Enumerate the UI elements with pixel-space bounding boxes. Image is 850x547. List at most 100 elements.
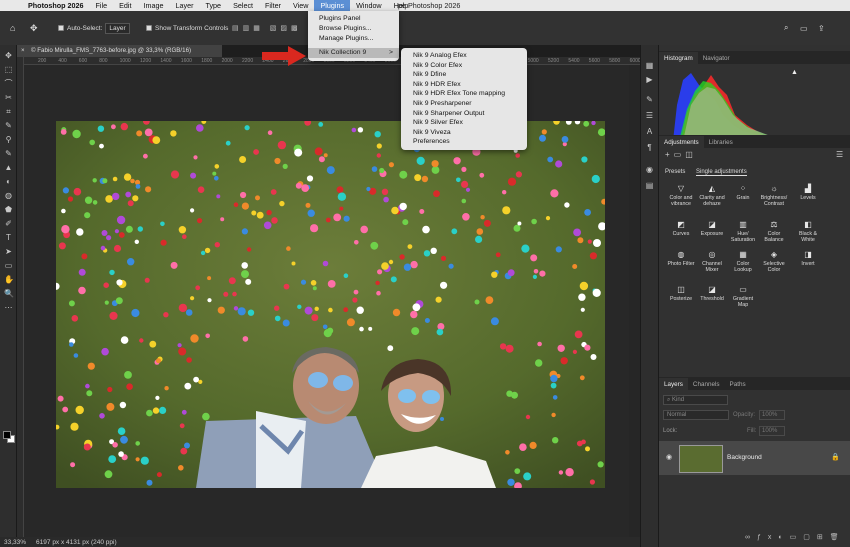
menu-image[interactable]: Image <box>138 0 170 11</box>
nik-presharpener[interactable]: Nik 9 Presharpener <box>413 99 472 109</box>
tab-adjustments[interactable]: Adjustments <box>659 136 704 148</box>
nik-preferences[interactable]: Preferences <box>413 137 450 147</box>
type-tool-icon[interactable]: T <box>4 233 13 242</box>
menu-item-browse-plugins[interactable]: Browse Plugins... <box>308 24 399 34</box>
play-icon[interactable]: ▶ <box>645 75 654 84</box>
adj-black-white[interactable]: ◧ Black & White <box>793 221 823 244</box>
menu-window[interactable]: Window <box>350 0 388 11</box>
spot-heal-tool-icon[interactable]: ⚲ <box>4 135 13 144</box>
menu-plugins[interactable]: Plugins <box>314 0 351 11</box>
opacity-field[interactable]: 100% <box>759 410 785 420</box>
menu-item-nik-collection[interactable]: Nik Collection 9 > <box>308 48 399 58</box>
search-icon[interactable]: ⌕ <box>784 11 788 45</box>
eyedropper-tool-icon[interactable]: ✎ <box>4 121 13 130</box>
adj-color-balance[interactable]: ⚖ Color Balance <box>759 221 789 244</box>
warning-icon[interactable]: ▲ <box>791 69 798 76</box>
nik-sharpener-output[interactable]: Nik 9 Sharpener Output <box>413 109 484 119</box>
menu-view[interactable]: View <box>287 0 314 11</box>
menu-app-name[interactable]: Photoshop 2026 <box>22 0 90 11</box>
add-adjustment-icons[interactable]: +▭◫ <box>665 150 697 159</box>
adj-gradient-map[interactable]: ▭ Gradient Map <box>728 286 758 309</box>
menu-file[interactable]: File <box>90 0 114 11</box>
nik-color-efex[interactable]: Nik 9 Color Efex <box>413 61 462 71</box>
adj-levels[interactable]: ▟ Levels <box>793 185 823 202</box>
nik-silver-efex[interactable]: Nik 9 Silver Efex <box>413 118 463 128</box>
color-icon[interactable]: ◉ <box>645 165 654 174</box>
document-photo[interactable] <box>56 121 605 488</box>
document-info[interactable]: 6197 px x 4131 px (240 ppi) <box>36 539 117 546</box>
nik-analog-efex[interactable]: Nik 9 Analog Efex <box>413 51 467 61</box>
menu-item-plugins-panel[interactable]: Plugins Panel <box>308 14 399 24</box>
adj-selective-color[interactable]: ◈ Selective Color <box>759 251 789 274</box>
rectangle-tool-icon[interactable]: ▭ <box>4 261 13 270</box>
tab-paths[interactable]: Paths <box>725 378 751 390</box>
layer-footer-icons[interactable]: ∞ƒx◐▭▢⊞🗑 <box>745 533 846 541</box>
close-icon[interactable]: × <box>21 45 25 57</box>
character-icon[interactable]: A <box>645 127 654 136</box>
more-tool-icon[interactable]: ⋯ <box>4 303 13 312</box>
panel-menu-icon[interactable]: ☰ <box>836 150 843 159</box>
menu-filter[interactable]: Filter <box>259 0 287 11</box>
paragraph-icon[interactable]: ¶ <box>645 143 654 152</box>
blend-mode-dropdown[interactable]: Normal <box>663 410 729 420</box>
adj-exposure[interactable]: ◪ Exposure <box>697 221 727 238</box>
auto-select-dropdown[interactable]: Layer <box>105 22 130 34</box>
layer-filter-dropdown[interactable]: ⌕ Kind <box>663 395 728 405</box>
adj-invert[interactable]: ◨ Invert <box>793 251 823 268</box>
document-tab[interactable]: × © Fabio Mirulla_FMS_7763-before.jpg @ … <box>17 45 222 57</box>
frame-tool-icon[interactable]: ⌗ <box>4 107 13 116</box>
tab-navigator[interactable]: Navigator <box>698 52 735 64</box>
adj-color-vibrance[interactable]: ▽ Color and vibrance <box>666 185 696 208</box>
adj-posterize[interactable]: ◫ Posterize <box>666 286 696 303</box>
menu-select[interactable]: Select <box>227 0 259 11</box>
move-tool-icon[interactable]: ✥ <box>30 11 38 45</box>
adj-color-lookup[interactable]: ▦ Color Lookup <box>728 251 758 274</box>
zoom-level[interactable]: 33,33% <box>4 539 26 546</box>
menu-layer[interactable]: Layer <box>169 0 199 11</box>
tab-channels[interactable]: Channels <box>688 378 725 390</box>
hand-tool-icon[interactable]: ✋ <box>4 275 14 284</box>
fill-field[interactable]: 100% <box>759 426 785 436</box>
marquee-tool-icon[interactable]: ⬚ <box>4 65 13 74</box>
brush-icon[interactable]: ✎ <box>645 95 654 104</box>
history-tool-icon[interactable]: ◐ <box>4 177 13 186</box>
adj-hue-saturation[interactable]: ▥ Hue/ Saturation <box>728 221 758 244</box>
adj-grain[interactable]: ⁘ Grain <box>728 185 758 202</box>
share-icon[interactable]: ⇪ <box>818 11 825 45</box>
menu-item-manage-plugins[interactable]: Manage Plugins... <box>308 34 399 44</box>
properties-icon[interactable]: ☰ <box>645 111 654 120</box>
lasso-tool-icon[interactable]: ⌒ <box>4 79 13 88</box>
gradient-tool-icon[interactable]: ⬟ <box>4 205 13 214</box>
adj-channel-mixer[interactable]: ◎ Channel Mixer <box>697 251 727 274</box>
zoom-tool-icon[interactable]: 🔍 <box>4 289 14 298</box>
menu-type[interactable]: Type <box>199 0 227 11</box>
adj-clarity-dehaze[interactable]: ◭ Clarity and dehaze <box>697 185 727 208</box>
nik-hdr-efex[interactable]: Nik 9 HDR Efex <box>413 80 461 90</box>
swatches-icon[interactable]: ▤ <box>645 181 654 190</box>
clone-tool-icon[interactable]: ▲ <box>4 163 13 172</box>
brush-tool-icon[interactable]: ✎ <box>4 149 13 158</box>
tab-libraries[interactable]: Libraries <box>704 136 738 148</box>
nik-viveza[interactable]: Nik 9 Viveza <box>413 128 451 138</box>
adj-photo-filter[interactable]: ◍ Photo Filter <box>666 251 696 268</box>
adj-threshold[interactable]: ◪ Threshold <box>697 286 727 303</box>
move-tool-icon[interactable]: ✥ <box>4 51 13 60</box>
menu-edit[interactable]: Edit <box>113 0 137 11</box>
pen-tool-icon[interactable]: ✐ <box>4 219 13 228</box>
nik-hdr-tone-mapping[interactable]: Nik 9 HDR Efex Tone mapping <box>413 89 505 99</box>
layer-name[interactable]: Background <box>727 454 762 461</box>
tab-layers[interactable]: Layers <box>659 378 688 390</box>
subtab-presets[interactable]: Presets <box>665 169 685 175</box>
path-select-tool-icon[interactable]: ➤ <box>4 247 13 256</box>
nik-dfine[interactable]: Nik 9 Dfine <box>413 70 446 80</box>
show-transform-checkbox[interactable]: Show Transform Controls <box>146 11 228 45</box>
subtab-single-adjustments[interactable]: Single adjustments <box>696 169 747 176</box>
foreground-color-swatch[interactable] <box>3 431 11 439</box>
eraser-tool-icon[interactable]: ◍ <box>4 191 13 200</box>
crop-tool-icon[interactable]: ✂ <box>4 93 13 102</box>
tab-histogram[interactable]: Histogram <box>659 52 698 64</box>
adj-curves[interactable]: ◩ Curves <box>666 221 696 238</box>
align-icons[interactable]: ▤▥▦ ▧▨▩ ⋯ <box>232 11 319 45</box>
adj-brightness-contrast[interactable]: ☼ Brightness/ Contrast <box>759 185 789 208</box>
layer-row-background[interactable]: ◉ Background 🔒 <box>659 441 850 475</box>
